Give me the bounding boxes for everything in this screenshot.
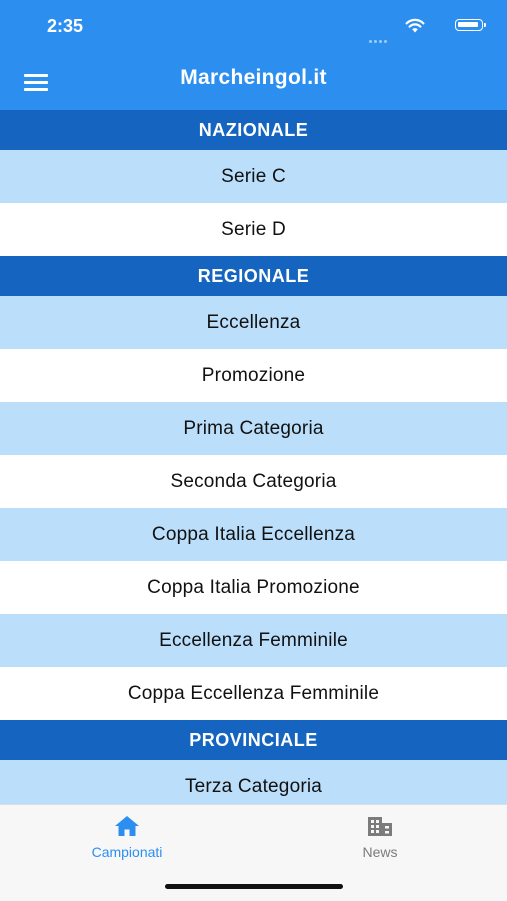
wifi-icon <box>405 18 425 33</box>
list-item[interactable]: Seconda Categoria <box>0 455 507 508</box>
building-icon <box>368 817 392 836</box>
championship-list[interactable]: NAZIONALE Serie C Serie D REGIONALE Ecce… <box>0 110 507 804</box>
status-time: 2:35 <box>47 16 84 36</box>
tab-label: Campionati <box>91 844 163 860</box>
list-item[interactable]: Terza Categoria <box>0 760 507 804</box>
list-item[interactable]: Coppa Italia Promozione <box>0 561 507 614</box>
battery-icon <box>455 19 486 31</box>
app-title: Marcheingol.it <box>180 66 327 89</box>
tab-campionati[interactable]: Campionati <box>67 815 187 860</box>
list-item[interactable]: Eccellenza <box>0 296 507 349</box>
tab-label: News <box>362 844 398 860</box>
list-item[interactable]: Coppa Italia Eccellenza <box>0 508 507 561</box>
tab-news[interactable]: News <box>320 815 440 860</box>
list-item[interactable]: Prima Categoria <box>0 402 507 455</box>
section-header-nazionale: NAZIONALE <box>0 110 507 150</box>
list-item[interactable]: Serie D <box>0 203 507 256</box>
list-item[interactable]: Serie C <box>0 150 507 203</box>
list-item[interactable]: Promozione <box>0 349 507 402</box>
section-header-regionale: REGIONALE <box>0 256 507 296</box>
list-item[interactable]: Eccellenza Femminile <box>0 614 507 667</box>
signal-icon <box>369 30 391 43</box>
home-indicator <box>165 884 343 889</box>
app-header: 2:35 Marcheingol.it <box>0 0 507 110</box>
list-item[interactable]: Coppa Eccellenza Femminile <box>0 667 507 720</box>
section-header-provinciale: PROVINCIALE <box>0 720 507 760</box>
home-icon <box>115 816 139 836</box>
